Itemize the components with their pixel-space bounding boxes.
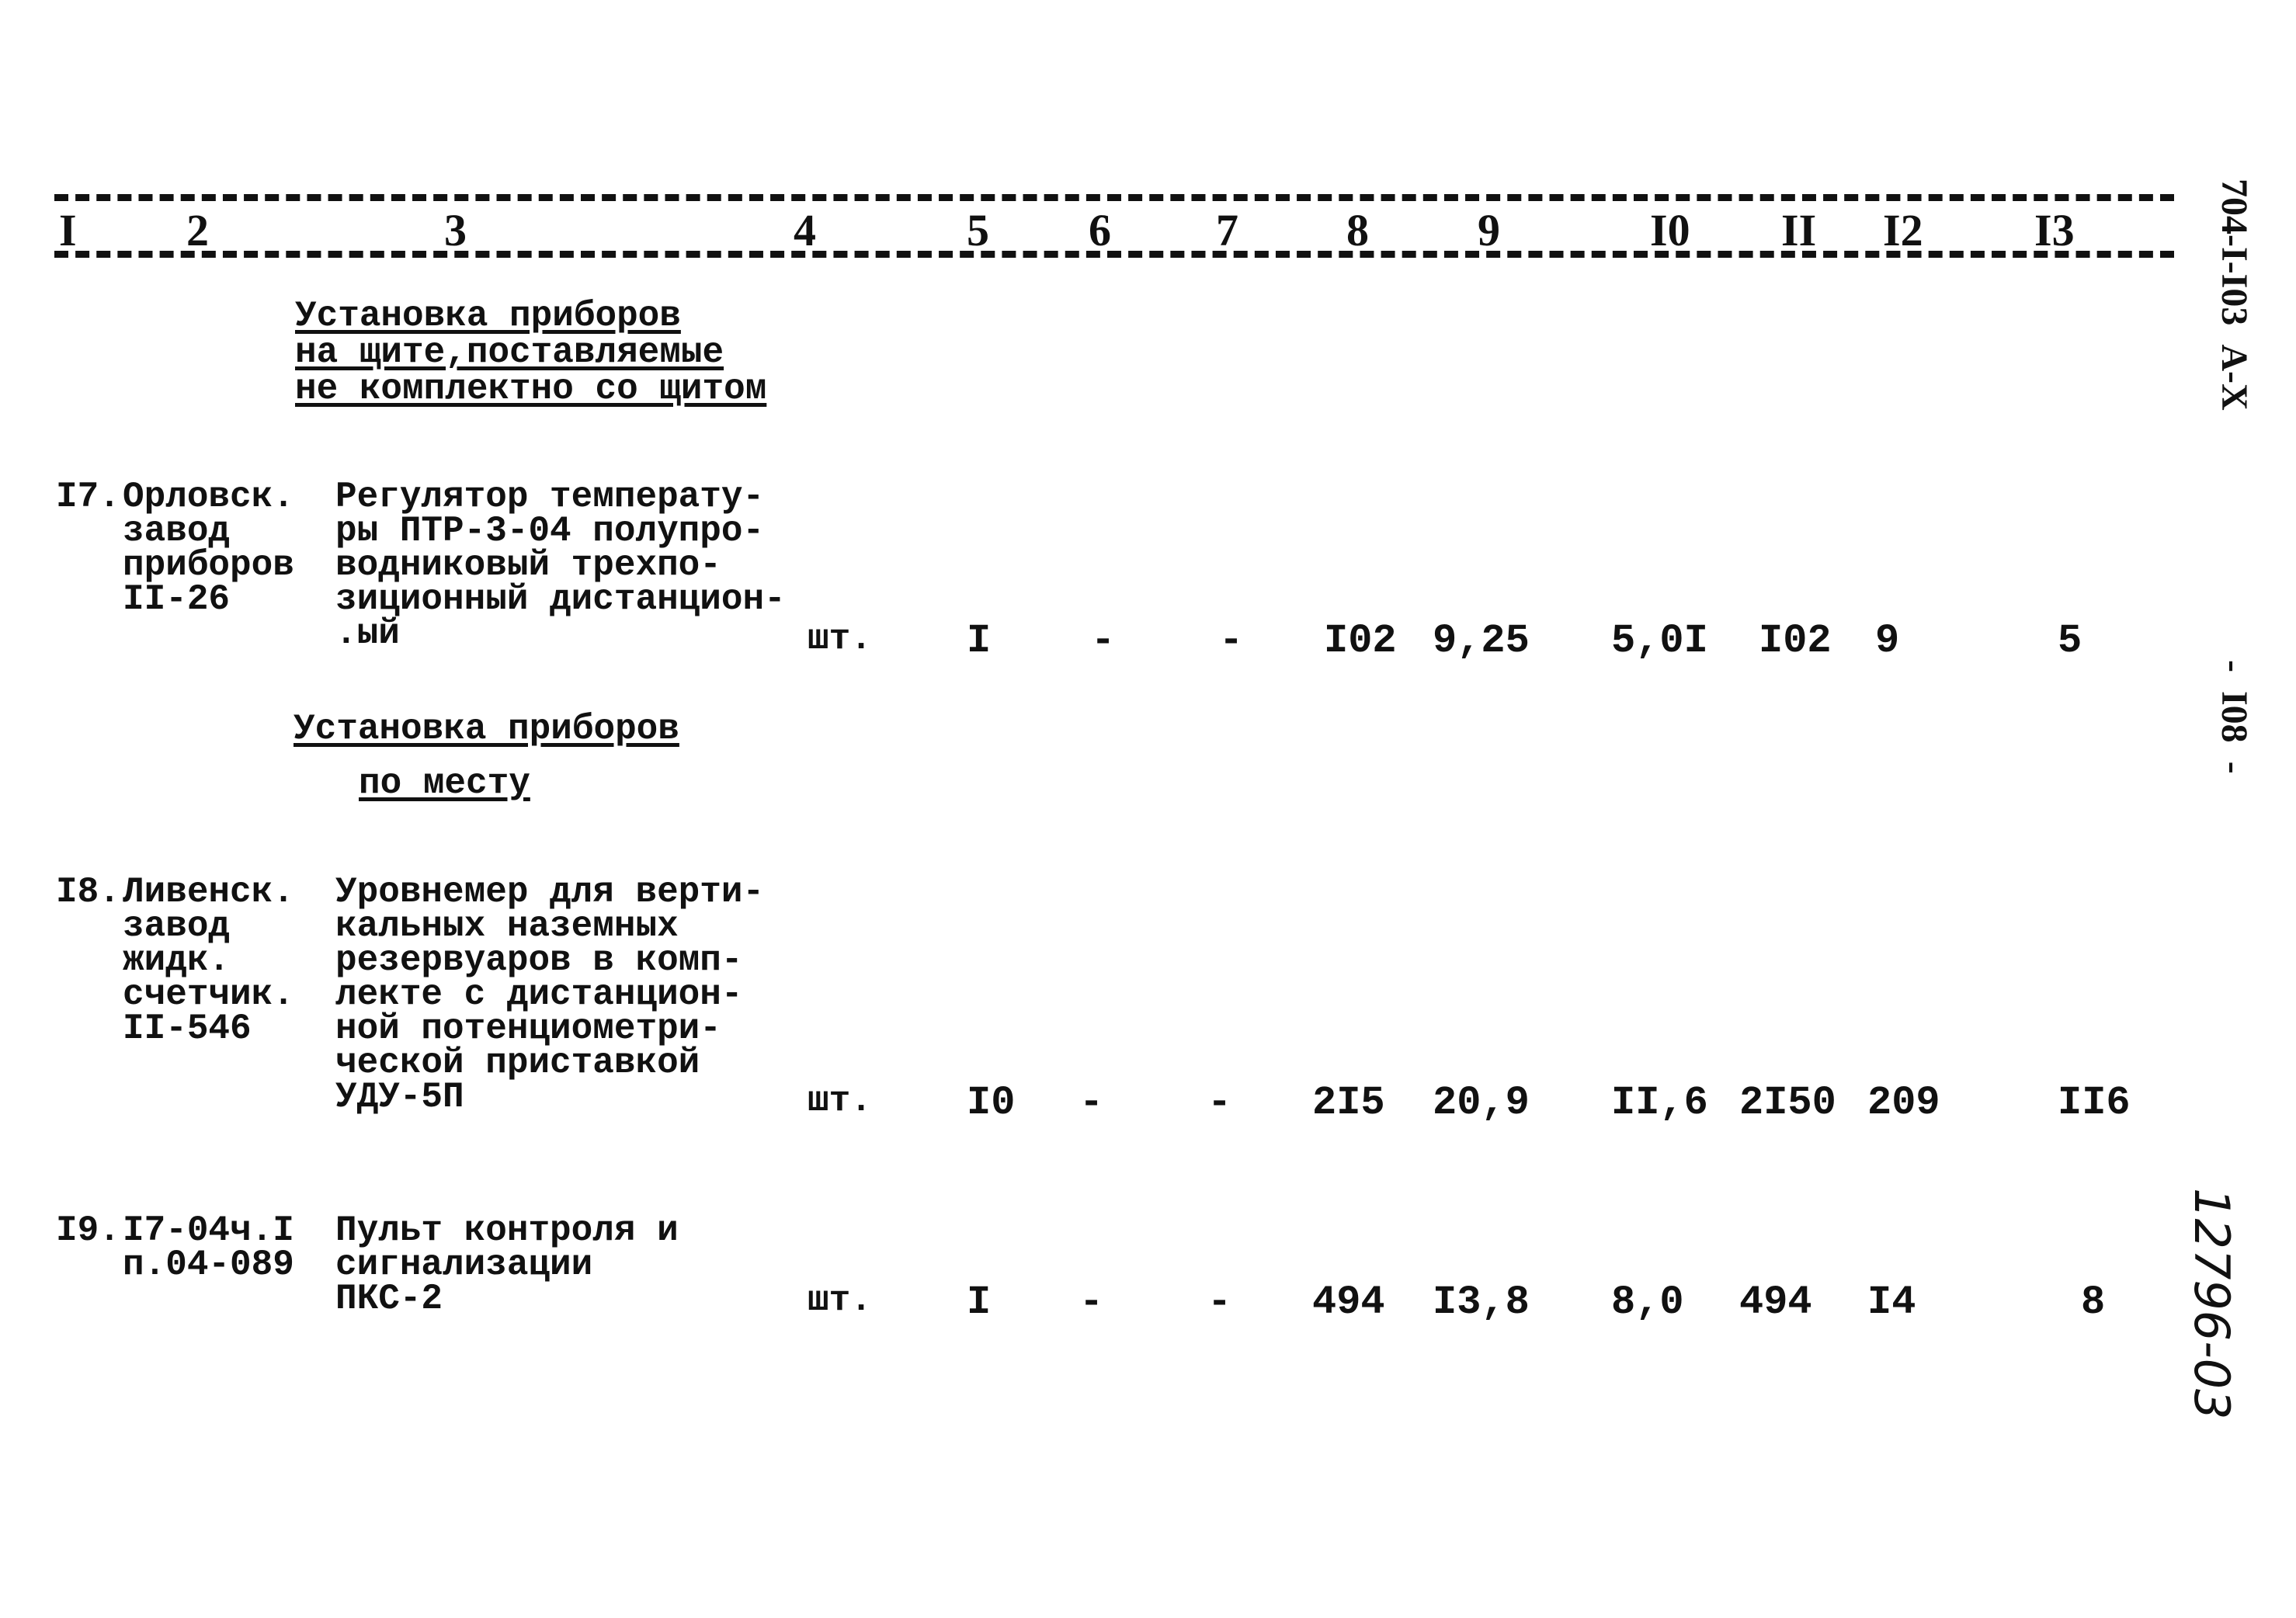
row-source: приборов [123, 545, 294, 585]
cell-col11: 2I50 [1739, 1080, 1836, 1126]
cell-col6: - [1091, 618, 1116, 664]
cell-col10: II,6 [1611, 1080, 1708, 1126]
cell-col13: 8 [2081, 1279, 2106, 1325]
row-source: завод [123, 511, 231, 551]
cell-unit: шт. [808, 1280, 872, 1321]
row-number: I9. [56, 1210, 120, 1251]
cell-col12: 209 [1867, 1080, 1940, 1126]
cell-col8: 2I5 [1312, 1080, 1385, 1126]
section-heading-line: на щите,поставляемые [295, 332, 724, 373]
column-header-4: 4 [794, 205, 816, 255]
column-header-12: I2 [1883, 205, 1923, 255]
cell-unit: шт. [808, 619, 872, 659]
cell-col9: 9,25 [1433, 618, 1530, 664]
row-description: Уровнемер для верти- [335, 872, 765, 912]
cell-col11: 494 [1739, 1279, 1812, 1325]
row-source: Орловск. [123, 477, 294, 517]
header-top-rule [54, 194, 2174, 201]
cell-col5: I [967, 1279, 992, 1325]
cell-col6: - [1079, 1080, 1104, 1126]
section-heading-line: по месту [359, 763, 530, 804]
row-description: Пульт контроля и [335, 1210, 679, 1251]
margin-handwritten-number: 12796-03 [2183, 1188, 2240, 1420]
cell-col7: - [1207, 1279, 1232, 1325]
cell-col6: - [1079, 1279, 1104, 1325]
row-description: сигнализации [335, 1245, 593, 1285]
row-description: лекте с дистанцион- [335, 974, 743, 1015]
row-description: УДУ-5П [335, 1077, 464, 1117]
margin-stamp-sheet-number: - I08 - [2214, 660, 2255, 774]
column-header-3: 3 [444, 205, 467, 255]
cell-col13: II6 [2058, 1080, 2131, 1126]
cell-col10: 8,0 [1611, 1279, 1684, 1325]
cell-col8: 494 [1312, 1279, 1385, 1325]
row-description: водниковый трехпо- [335, 545, 721, 585]
row-description: ры ПТР-3-04 полупро- [335, 511, 765, 551]
column-header-7: 7 [1216, 205, 1238, 255]
column-header-8: 8 [1346, 205, 1369, 255]
row-source: II-546 [123, 1009, 252, 1049]
cell-col8: I02 [1324, 618, 1397, 664]
row-source: счетчик. [123, 974, 294, 1015]
row-source: Ливенск. [123, 872, 294, 912]
cell-col5: I [967, 618, 992, 664]
row-number: I7. [56, 477, 120, 517]
cell-col10: 5,0I [1611, 618, 1708, 664]
cell-unit: шт. [808, 1081, 872, 1121]
row-number: I8. [56, 872, 120, 912]
row-description: резервуаров в комп- [335, 940, 743, 981]
column-header-13: I3 [2034, 205, 2075, 255]
cell-col7: - [1219, 618, 1244, 664]
cell-col11: I02 [1759, 618, 1832, 664]
row-source: II-26 [123, 579, 231, 620]
column-header-11: II [1781, 205, 1817, 255]
section-heading-line: не комплектно со щитом [295, 369, 767, 409]
column-header-2: 2 [186, 205, 209, 255]
row-description: ной потенциометри- [335, 1009, 721, 1049]
cell-col13: 5 [2058, 618, 2082, 664]
cell-col12: 9 [1875, 618, 1900, 664]
row-description: ПКС-2 [335, 1279, 443, 1319]
column-header-5: 5 [967, 205, 989, 255]
header-bottom-rule [54, 251, 2174, 258]
row-source: п.04-089 [123, 1245, 294, 1285]
row-description: зиционный дистанцион- [335, 579, 786, 620]
section-heading-line: Установка приборов [295, 296, 681, 336]
column-header-9: 9 [1478, 205, 1500, 255]
section-heading-line: Установка приборов [294, 709, 679, 749]
row-source: жидк. [123, 940, 231, 981]
column-header-1: I [59, 205, 77, 255]
row-description: .ый [335, 613, 400, 654]
margin-stamp-document-code: 704-I-I03 А-Х [2214, 179, 2255, 411]
column-header-10: I0 [1650, 205, 1690, 255]
row-source: завод [123, 906, 231, 946]
column-header-6: 6 [1089, 205, 1111, 255]
cell-col9: 20,9 [1433, 1080, 1530, 1126]
cell-col12: I4 [1867, 1279, 1916, 1325]
cell-col5: I0 [967, 1080, 1016, 1126]
row-description: кальных наземных [335, 906, 679, 946]
cell-col9: I3,8 [1433, 1279, 1530, 1325]
row-description: ческой приставкой [335, 1043, 700, 1083]
document-page: I 2 3 4 5 6 7 8 9 I0 II I2 I3 Установка … [0, 0, 2296, 1618]
row-source: I7-04ч.I [123, 1210, 294, 1251]
cell-col7: - [1207, 1080, 1232, 1126]
row-description: Регулятор температу- [335, 477, 765, 517]
